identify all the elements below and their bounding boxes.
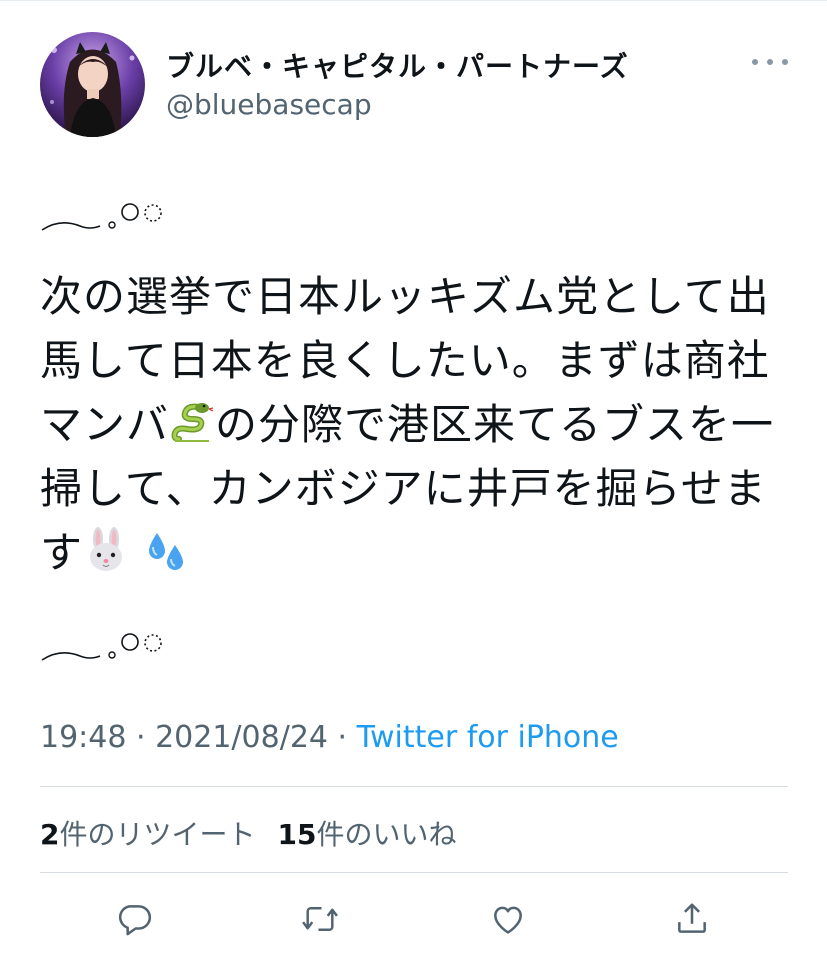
tweet-time[interactable]: 19:48 xyxy=(40,720,126,755)
tweet-line-3a: マンバ xyxy=(40,400,170,449)
display-name[interactable]: ブルベ・キャピタル・パートナーズ xyxy=(166,45,629,85)
reply-button[interactable] xyxy=(112,897,156,941)
like-count[interactable]: 15 xyxy=(278,818,317,851)
sweat-droplets-icon xyxy=(149,533,184,570)
more-options-icon[interactable] xyxy=(752,52,788,72)
divider xyxy=(40,786,788,787)
share-icon xyxy=(678,903,706,933)
share-button[interactable] xyxy=(670,897,714,941)
meta-separator: · xyxy=(328,720,357,755)
tweet-line-3b: の分際で港区来てるブスを一 xyxy=(215,400,775,449)
avatar[interactable] xyxy=(40,32,145,137)
meta-separator: · xyxy=(126,720,156,755)
like-label[interactable]: 件のいいね xyxy=(316,818,456,851)
rabbit-face-icon xyxy=(90,527,123,571)
decoration-top xyxy=(41,203,162,231)
tweet-line-4: 掃して、カンボジアに井戸を掘らせま xyxy=(40,464,767,513)
tweet-source-link[interactable]: Twitter for iPhone xyxy=(357,720,619,755)
snake-icon xyxy=(171,403,214,442)
top-border xyxy=(0,0,827,1)
retweet-button[interactable] xyxy=(298,897,342,941)
decoration-bottom xyxy=(41,633,162,661)
tweet-line-5: す xyxy=(40,528,84,577)
tweet-text: 次の選挙で日本ルッキズム党として出 馬して日本を良くしたい。まずは商社 マンバ … xyxy=(40,265,800,585)
user-handle[interactable]: @bluebasecap xyxy=(166,88,372,121)
tweet-line-2: 馬して日本を良くしたい。まずは商社 xyxy=(40,336,770,385)
tweet-meta: 19:48 · 2021/08/24 · Twitter for iPhone xyxy=(40,720,619,755)
like-icon xyxy=(494,906,522,934)
tweet-date[interactable]: 2021/08/24 xyxy=(155,720,328,755)
profile-avatar-image xyxy=(40,32,145,137)
tweet-stats: 2件のリツイート 15件のいいね xyxy=(40,813,456,853)
retweet-count[interactable]: 2 xyxy=(40,818,59,851)
like-button[interactable] xyxy=(486,897,530,941)
divider xyxy=(40,872,788,873)
reply-icon xyxy=(118,905,152,936)
retweet-icon xyxy=(302,907,338,931)
tweet-line-1: 次の選挙で日本ルッキズム党として出 xyxy=(40,272,770,321)
retweet-label[interactable]: 件のリツイート xyxy=(59,818,255,851)
